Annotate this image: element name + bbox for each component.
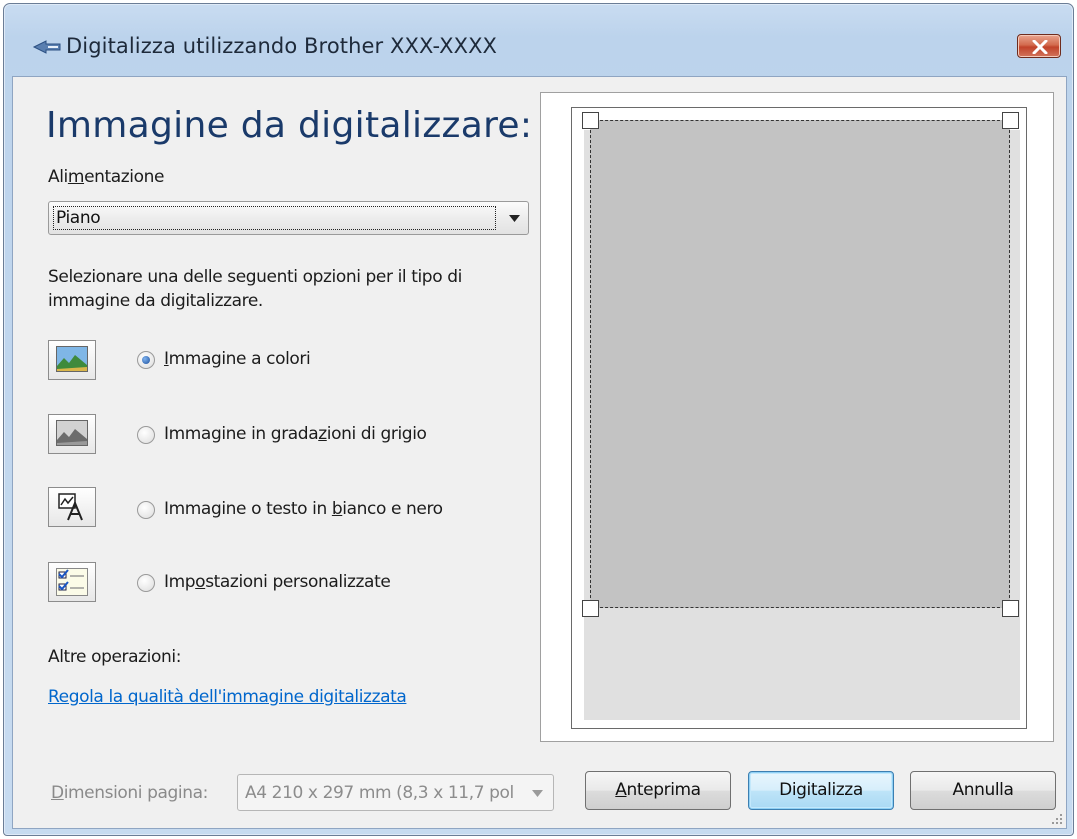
color-photo-button[interactable] [48,340,96,380]
resize-handle-bottom-right[interactable] [1002,600,1019,617]
feed-label: Alimentazione [48,167,165,187]
resize-grip-icon[interactable] [1051,813,1063,825]
grayscale-photo-button[interactable] [48,414,96,454]
black-white-button[interactable] [48,487,96,527]
page-size-select[interactable]: A4 210 x 297 mm (8,3 x 11,7 pollici) [237,774,554,811]
preview-page [571,107,1027,729]
radio-black-white[interactable] [137,501,155,519]
instruction-text-line2: immagine da digitalizzare. [48,291,263,311]
instruction-text-line1: Selezionare una delle seguenti opzioni p… [48,267,462,287]
feed-select-value: Piano [53,206,496,230]
feed-select[interactable]: Piano [48,201,529,235]
close-icon [1032,40,1048,54]
grayscale-photo-icon [56,420,88,446]
radio-custom[interactable] [137,574,155,592]
scan-region-selection[interactable] [590,120,1010,608]
preview-area [540,92,1054,742]
color-photo-icon [56,346,88,372]
scan-button[interactable]: Digitalizza [748,771,894,810]
chevron-down-icon [509,215,520,222]
resize-handle-top-left[interactable] [582,112,599,129]
adjust-quality-link[interactable]: Regola la qualità dell'immagine digitali… [48,687,407,707]
dialog-content: Immagine da digitalizzare: Alimentazione… [12,76,1067,829]
scanner-icon [32,40,61,54]
close-button[interactable] [1017,34,1061,58]
page-size-value: A4 210 x 297 mm (8,3 x 11,7 pollici) [245,783,515,803]
option-label-custom[interactable]: Impostazioni personalizzate [164,572,391,592]
option-label-color[interactable]: Immagine a colori [164,349,311,369]
radio-color[interactable] [137,351,155,369]
other-operations-label: Altre operazioni: [48,647,182,667]
option-label-grayscale[interactable]: Immagine in gradazioni di grigio [164,424,427,444]
custom-settings-button[interactable] [48,562,96,602]
page-title: Immagine da digitalizzare: [46,105,533,146]
black-white-text-icon [58,493,83,521]
title-bar[interactable]: Digitalizza utilizzando Brother XXX-XXXX [4,4,1073,76]
radio-grayscale[interactable] [137,426,155,444]
option-label-black-white[interactable]: Immagine o testo in bianco e nero [164,499,443,519]
preview-button[interactable]: Anteprima [585,771,731,810]
cancel-button[interactable]: Annulla [910,771,1056,810]
page-size-label: Dimensioni pagina: [51,783,208,803]
chevron-down-icon [532,790,543,797]
custom-settings-icon [56,568,88,596]
resize-handle-top-right[interactable] [1002,112,1019,129]
resize-handle-bottom-left[interactable] [582,600,599,617]
scan-dialog-window: Digitalizza utilizzando Brother XXX-XXXX… [3,3,1074,836]
window-title: Digitalizza utilizzando Brother XXX-XXXX [66,34,498,58]
